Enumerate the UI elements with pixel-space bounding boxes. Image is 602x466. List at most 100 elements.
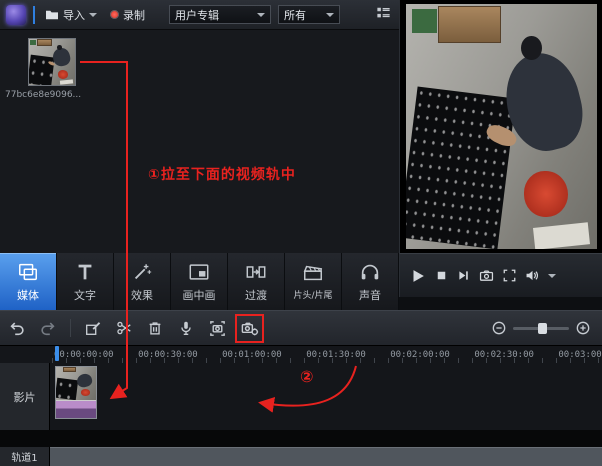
effects-icon [131, 261, 153, 283]
folder-icon [45, 9, 59, 21]
chevron-down-icon [548, 274, 556, 278]
tab-effects[interactable]: 效果 [114, 253, 171, 310]
ruler-label: 00:01:30:00 [306, 350, 366, 360]
chevron-down-icon [89, 13, 97, 17]
library-clip-thumbnail[interactable] [28, 38, 76, 86]
record-voice-button[interactable] [177, 319, 195, 337]
capture-frame-icon [208, 319, 227, 338]
capture-frame-button[interactable] [208, 319, 227, 338]
capture-options-button[interactable] [240, 319, 259, 338]
volume-button[interactable] [524, 267, 541, 284]
tab-audio[interactable]: 声音 [342, 253, 399, 310]
media-icon [17, 261, 39, 283]
toolbar-divider [70, 319, 71, 337]
crate [30, 40, 36, 45]
fullscreen-button[interactable] [502, 268, 517, 283]
video-editor-app: 导入 录制 用户专辑 所有 77bc6e8e9096... [0, 0, 602, 466]
redo-button[interactable] [39, 319, 57, 337]
street-photo [406, 4, 597, 249]
undo-button[interactable] [8, 319, 26, 337]
tab-transition[interactable]: 过渡 [228, 253, 285, 310]
person-head [57, 45, 62, 50]
undo-icon [8, 319, 26, 337]
next-frame-button[interactable] [456, 268, 471, 283]
tab-text[interactable]: 文字 [57, 253, 114, 310]
edit-icon [84, 319, 102, 337]
papers [533, 222, 590, 249]
scissors-icon [115, 319, 133, 337]
next-frame-icon [456, 268, 471, 283]
tab-titles-label: 片头/片尾 [293, 288, 332, 301]
ruler-label: 00:01:00:00 [222, 350, 282, 360]
red-bag [58, 70, 69, 79]
category-tab-bar: 媒体 文字 效果 画中画 过渡 片头/片尾 声音 [0, 253, 399, 310]
album-dropdown-value: 用户专辑 [175, 7, 219, 23]
video-track-label: 影片 [0, 363, 50, 430]
redo-icon [39, 319, 57, 337]
titles-icon [302, 262, 324, 284]
album-dropdown[interactable]: 用户专辑 [169, 5, 271, 24]
red-bag [81, 389, 90, 395]
snapshot-button[interactable] [478, 267, 495, 284]
black-mat [56, 378, 78, 400]
edit-button[interactable] [84, 319, 102, 337]
filter-dropdown[interactable]: 所有 [278, 5, 340, 24]
cardboard-boxes [63, 367, 76, 372]
clip-audio-strip [56, 400, 96, 418]
timeline-clip[interactable] [55, 366, 97, 419]
red-bag [524, 171, 568, 218]
cardboard-boxes [37, 39, 52, 46]
microphone-icon [177, 319, 195, 337]
tab-media-label: 媒体 [17, 287, 39, 303]
trash-icon [146, 319, 164, 337]
person [76, 372, 94, 388]
top-toolbar: 导入 录制 用户专辑 所有 [0, 0, 399, 30]
stop-button[interactable] [434, 268, 449, 283]
ruler-label: 00:02:30:00 [474, 350, 534, 360]
clip-thumbnail [56, 367, 96, 400]
play-icon [409, 267, 427, 285]
tab-audio-label: 声音 [359, 287, 381, 303]
view-toggle-button[interactable] [374, 4, 393, 25]
black-mat [406, 87, 516, 249]
tab-pip[interactable]: 画中画 [171, 253, 228, 310]
cardboard-boxes [438, 6, 501, 43]
thumbnail-view-icon [376, 6, 391, 20]
import-button[interactable]: 导入 [42, 5, 100, 25]
track1-lane[interactable] [0, 447, 602, 466]
play-button[interactable] [409, 267, 427, 285]
record-button[interactable]: 录制 [107, 5, 148, 25]
zoom-slider[interactable] [513, 327, 569, 330]
record-icon [110, 10, 119, 19]
timeline-toolbar [0, 310, 602, 345]
zoom-slider-handle[interactable] [538, 323, 547, 334]
track1-label: 轨道1 [0, 447, 50, 466]
track-gap [0, 430, 602, 447]
zoom-in-icon [576, 321, 590, 335]
tab-text-label: 文字 [74, 287, 96, 303]
record-label: 录制 [123, 7, 145, 23]
cut-button[interactable] [115, 319, 133, 337]
chevron-down-icon [257, 13, 265, 17]
preview-panel [399, 0, 602, 253]
person-head [521, 36, 542, 61]
playhead[interactable] [55, 346, 59, 361]
transport-bar [399, 253, 602, 297]
delete-button[interactable] [146, 319, 164, 337]
zoom-in-button[interactable] [576, 321, 590, 335]
tab-titles[interactable]: 片头/片尾 [285, 253, 342, 310]
ruler-label: 00:03:00:00 [558, 350, 602, 360]
transport-options-button[interactable] [548, 274, 556, 278]
tab-media[interactable]: 媒体 [0, 253, 57, 310]
capture-options-icon [240, 319, 259, 338]
ruler-label: 00:00:30:00 [138, 350, 198, 360]
app-logo-icon [6, 5, 26, 25]
transition-icon [245, 261, 267, 283]
black-mat [28, 54, 55, 85]
zoom-out-button[interactable] [492, 321, 506, 335]
zoom-controls [492, 321, 590, 335]
tab-effects-label: 效果 [131, 287, 153, 303]
filter-dropdown-value: 所有 [284, 7, 306, 23]
timeline-ruler[interactable]: 00:00:00:00 00:00:30:00 00:01:00:00 00:0… [0, 345, 602, 363]
stop-icon [434, 268, 449, 283]
